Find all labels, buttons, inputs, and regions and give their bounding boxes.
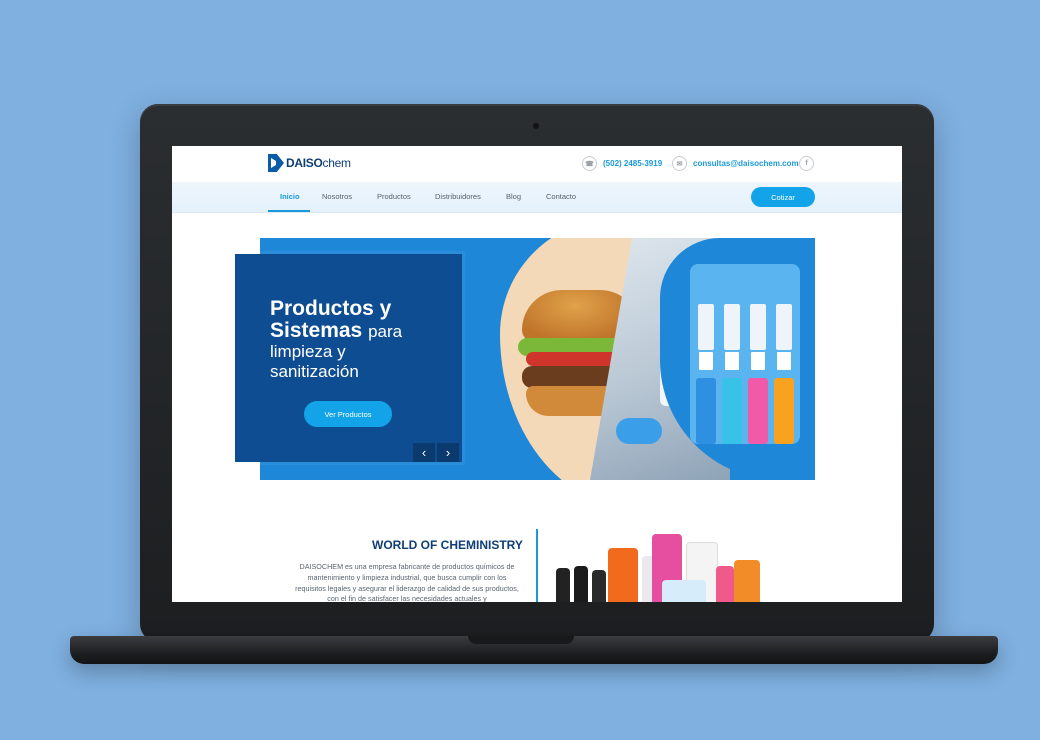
- nav-active-indicator: [268, 210, 310, 212]
- section-divider: [536, 529, 538, 602]
- section-text: DAISOCHEM es una empresa fabricante de p…: [295, 562, 519, 602]
- nav-item-productos[interactable]: Productos: [377, 192, 411, 201]
- product-bottle: [574, 566, 588, 602]
- facebook-icon: f: [799, 156, 814, 171]
- nav-item-distribuidores[interactable]: Distribuidores: [435, 192, 481, 201]
- mail-icon: ✉: [672, 156, 687, 171]
- product-jug-orange: [734, 560, 760, 602]
- site-logo[interactable]: DAISOchem: [268, 154, 351, 172]
- products-image: [556, 526, 766, 602]
- browser-screen: DAISOchem ☎ (502) 2485-3919 ✉ consultas@…: [172, 146, 902, 602]
- product-bottle: [556, 568, 570, 602]
- bottle-blue: [696, 304, 716, 444]
- email-contact[interactable]: ✉ consultas@daisochem.com: [672, 156, 799, 171]
- phone-contact[interactable]: ☎ (502) 2485-3919: [582, 156, 662, 171]
- product-bottle: [592, 570, 606, 602]
- dispenser-image: [690, 264, 800, 444]
- camera-icon: [533, 123, 539, 129]
- nav-item-inicio[interactable]: Inicio: [280, 192, 300, 201]
- site-header: DAISOchem ☎ (502) 2485-3919 ✉ consultas@…: [172, 146, 902, 182]
- product-jug-orange: [608, 548, 638, 602]
- bottle-cyan: [722, 304, 742, 444]
- nav-item-blog[interactable]: Blog: [506, 192, 521, 201]
- ver-productos-button[interactable]: Ver Productos: [304, 401, 392, 427]
- nav-item-nosotros[interactable]: Nosotros: [322, 192, 352, 201]
- logo-mark-icon: [268, 154, 284, 172]
- bottle-orange: [774, 304, 794, 444]
- cotizar-button[interactable]: Cotizar: [751, 187, 815, 207]
- phone-number: (502) 2485-3919: [603, 159, 663, 168]
- facebook-link[interactable]: f: [799, 156, 814, 171]
- phone-icon: ☎: [582, 156, 597, 171]
- email-address: consultas@daisochem.com: [693, 159, 799, 168]
- bottle-pink: [748, 304, 768, 444]
- glove-image: [616, 418, 662, 444]
- logo-text: DAISOchem: [286, 156, 351, 170]
- chevron-right-icon[interactable]: ›: [437, 443, 459, 462]
- laptop-notch: [468, 636, 574, 644]
- section-title: WORLD OF CHEMINISTRY: [372, 538, 523, 552]
- product-bottle: [716, 566, 734, 602]
- hero-heading: Productos y Sistemas para limpieza y san…: [270, 297, 403, 382]
- product-wipes: [662, 580, 706, 602]
- chevron-left-icon[interactable]: ‹: [413, 443, 435, 462]
- hero-card: Productos y Sistemas para limpieza y san…: [235, 254, 462, 462]
- nav-item-contacto[interactable]: Contacto: [546, 192, 576, 201]
